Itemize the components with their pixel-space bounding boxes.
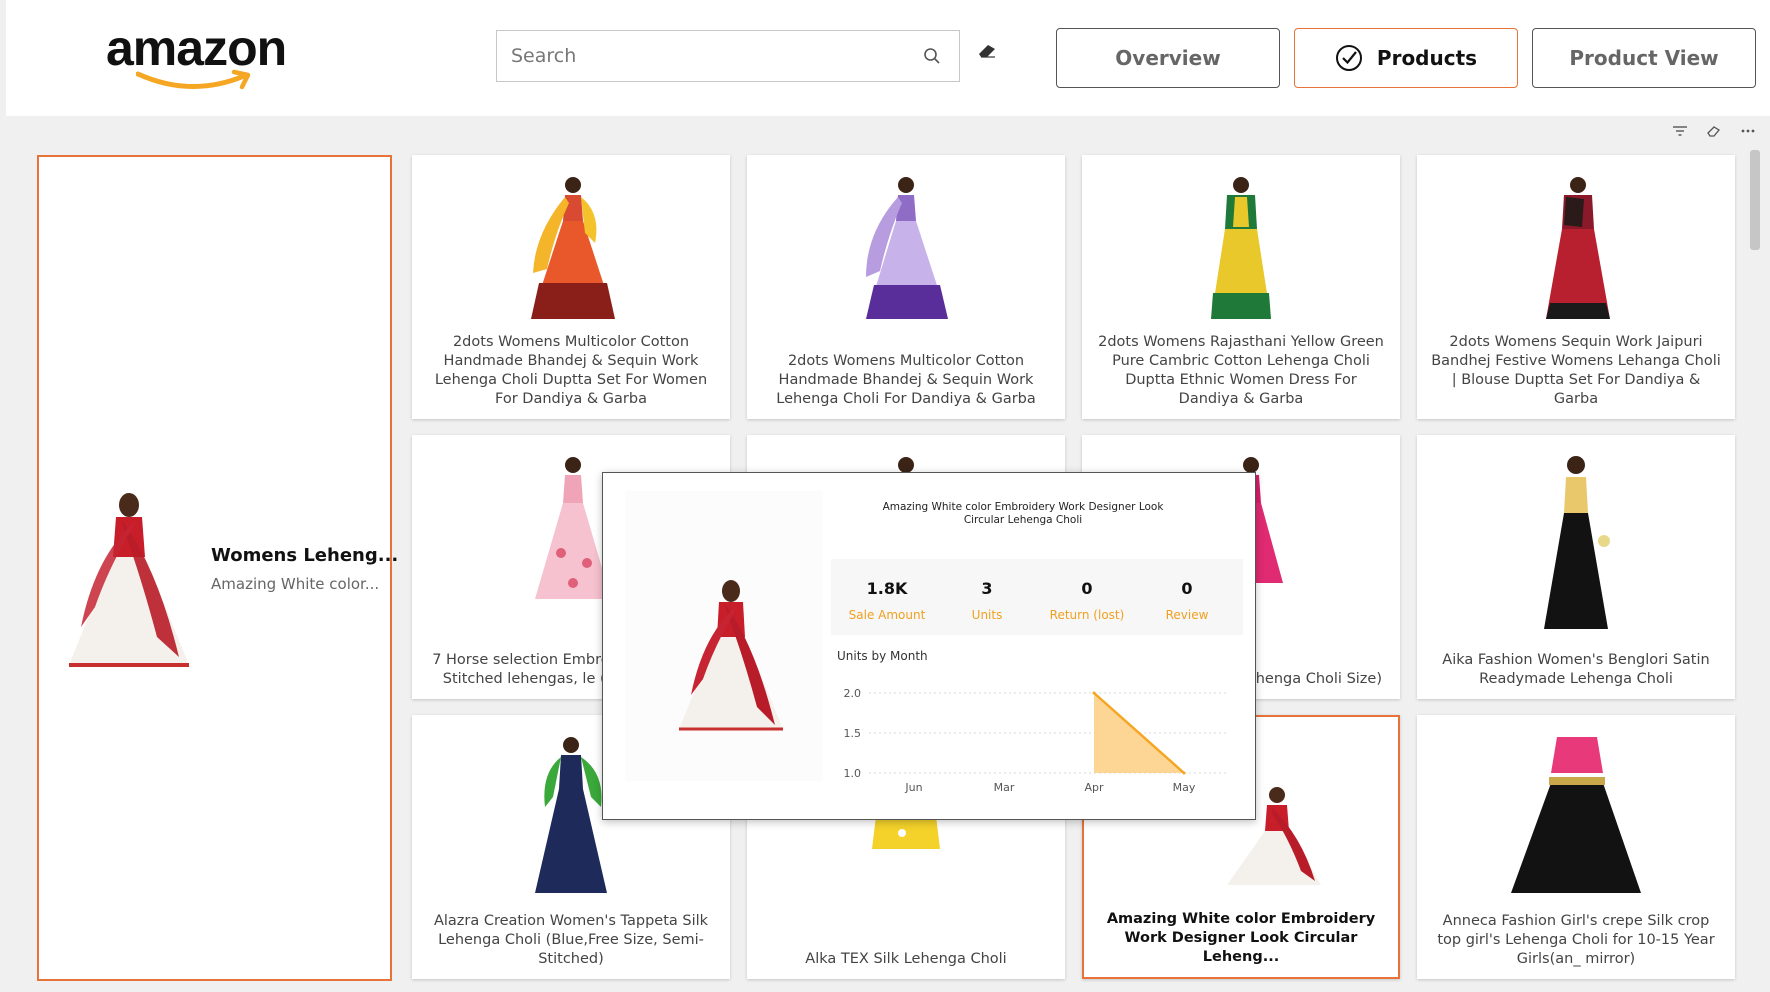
product-caption: Aika Fashion Women's Benglori Satin Read… xyxy=(1442,652,1710,687)
product-image xyxy=(1511,737,1641,893)
search-input[interactable]: Search xyxy=(511,45,576,67)
product-card[interactable]: 2dots Womens Multicolor Cotton Handmade … xyxy=(747,155,1065,419)
y-tick-label: 1.0 xyxy=(844,767,862,780)
check-circle-icon xyxy=(1335,45,1362,71)
kpi-label: Review xyxy=(1165,608,1209,622)
header-bar: amazon Search Overview Products Product … xyxy=(6,0,1770,116)
more-icon[interactable] xyxy=(1734,118,1762,144)
kpi-value: 0 xyxy=(1081,579,1093,598)
product-caption: Amazing White color Embroidery Work Desi… xyxy=(1106,911,1376,965)
scrollbar[interactable] xyxy=(1750,150,1760,250)
product-image xyxy=(866,177,948,319)
y-tick-label: 2.0 xyxy=(844,687,862,700)
tooltip-image-box xyxy=(625,491,823,781)
search-box[interactable]: Search xyxy=(496,30,960,82)
data-point xyxy=(1182,771,1186,775)
tab-overview[interactable]: Overview xyxy=(1056,28,1280,88)
tab-product-view[interactable]: Product View xyxy=(1532,28,1756,88)
filter-icon[interactable] xyxy=(1666,118,1694,144)
product-card[interactable]: Aika Fashion Women's Benglori Satin Read… xyxy=(1417,435,1735,699)
kpi-units: 3 Units xyxy=(937,559,1037,622)
tab-product-view-label: Product View xyxy=(1569,46,1719,70)
kpi-sale-amount: 1.8K Sale Amount xyxy=(837,559,937,622)
featured-product-name: Womens Leheng... xyxy=(211,545,399,566)
product-tooltip: Amazing White color Embroidery Work Desi… xyxy=(602,472,1256,820)
product-caption: Anneca Fashion Girl's crepe Silk crop to… xyxy=(1437,913,1715,967)
product-image xyxy=(1544,456,1610,629)
clear-search-eraser-icon[interactable] xyxy=(976,42,998,60)
product-image xyxy=(679,580,783,731)
product-image xyxy=(1546,177,1610,319)
y-tick-label: 1.5 xyxy=(844,727,862,740)
x-tick-label: Jun xyxy=(904,781,922,794)
tab-overview-label: Overview xyxy=(1115,46,1221,70)
product-card[interactable]: 2dots Womens Rajasthani Yellow Green Pur… xyxy=(1082,155,1400,419)
product-caption: Alazra Creation Women's Tappeta Silk Leh… xyxy=(433,913,709,967)
tab-products[interactable]: Products xyxy=(1294,28,1518,88)
data-point xyxy=(1092,691,1096,695)
search-icon[interactable] xyxy=(923,47,941,65)
x-tick-label: Mar xyxy=(994,781,1015,794)
kpi-label: Units xyxy=(971,608,1003,622)
kpi-value: 0 xyxy=(1181,579,1193,598)
product-caption: 2dots Womens Multicolor Cotton Handmade … xyxy=(434,334,708,407)
kpi-label: Sale Amount xyxy=(848,608,926,622)
kpi-value: 1.8K xyxy=(866,579,908,598)
product-caption: 2dots Womens Multicolor Cotton Handmade … xyxy=(776,353,1036,407)
product-caption: 2dots Womens Sequin Work Jaipuri Bandhej… xyxy=(1431,334,1721,407)
kpi-return-lost: 0 Return (lost) xyxy=(1037,559,1137,622)
product-image xyxy=(531,177,615,319)
product-card[interactable]: Anneca Fashion Girl's crepe Silk crop to… xyxy=(1417,715,1735,979)
product-caption: 2dots Womens Rajasthani Yellow Green Pur… xyxy=(1098,334,1384,407)
tooltip-title: Amazing White color Embroidery Work Desi… xyxy=(882,501,1164,526)
x-tick-label: May xyxy=(1173,781,1196,794)
kpi-row: 1.8K Sale Amount 3 Units 0 Return (lost)… xyxy=(831,559,1243,635)
product-card[interactable]: 2dots Womens Sequin Work Jaipuri Bandhej… xyxy=(1417,155,1735,419)
featured-product-subtitle: Amazing White color... xyxy=(211,575,380,593)
kpi-value: 3 xyxy=(981,579,993,598)
kpi-label: Return (lost) xyxy=(1049,608,1125,622)
product-image xyxy=(1211,177,1271,319)
product-caption: Alka TEX Silk Lehenga Choli xyxy=(805,951,1007,967)
featured-product-card[interactable]: Womens Leheng... Amazing White color... xyxy=(37,155,398,981)
chart-title: Units by Month xyxy=(837,649,928,663)
eraser-icon[interactable] xyxy=(1700,118,1728,144)
product-image xyxy=(69,493,189,667)
logo-smile-icon xyxy=(136,69,251,90)
x-tick-label: Apr xyxy=(1084,781,1104,794)
kpi-review: 0 Review xyxy=(1137,559,1237,622)
units-by-month-chart: 2.0 1.5 1.0 Jun Mar Apr May xyxy=(844,687,1229,794)
product-card[interactable]: 2dots Womens Multicolor Cotton Handmade … xyxy=(412,155,730,419)
tab-products-label: Products xyxy=(1376,46,1478,70)
amazon-logo: amazon xyxy=(106,18,306,90)
